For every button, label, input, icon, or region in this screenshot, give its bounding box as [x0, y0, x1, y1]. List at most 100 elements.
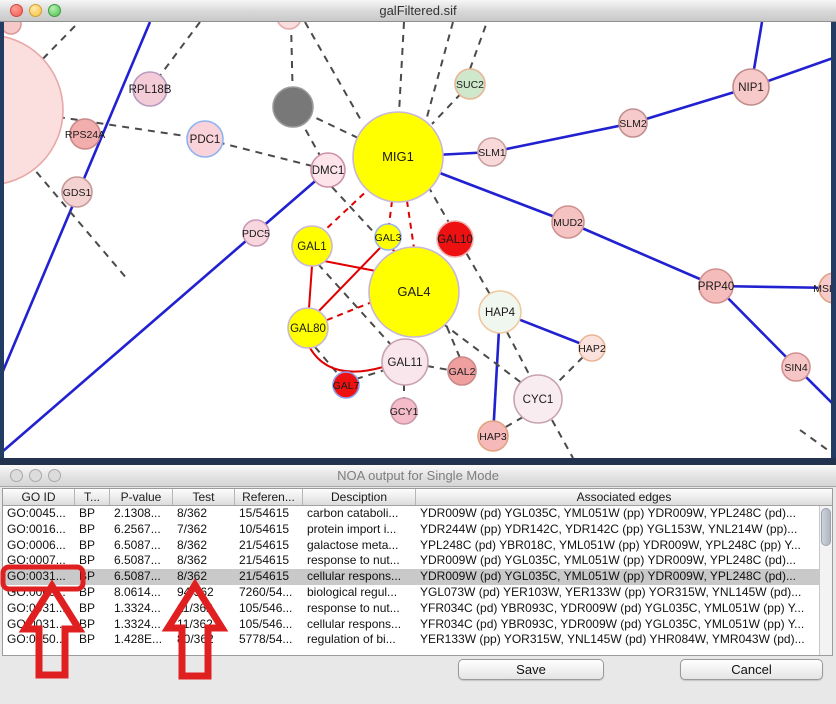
cell-go-id[interactable]: GO:0031...: [3, 601, 75, 617]
node-big-left[interactable]: [0, 35, 63, 185]
cell-description[interactable]: carbon cataboli...: [303, 506, 416, 522]
column-header-reference[interactable]: Referen...: [235, 489, 303, 505]
graph-edge[interactable]: [399, 22, 404, 113]
cell-p-value[interactable]: 6.5087...: [110, 538, 173, 554]
cell-associated-edges[interactable]: YFR034C (pd) YBR093C, YDR009W (pd) YGL03…: [416, 601, 819, 617]
cell-test[interactable]: 8/362: [173, 538, 235, 554]
cell-go-id[interactable]: GO:0006...: [3, 538, 75, 554]
table-row[interactable]: GO:0031...BP1.3324...11/362105/546...cel…: [3, 617, 819, 633]
graph-titlebar[interactable]: galFiltered.sif: [0, 0, 836, 22]
cancel-button[interactable]: Cancel: [680, 659, 823, 680]
cell-go-id[interactable]: GO:0016...: [3, 522, 75, 538]
cell-go-id[interactable]: GO:0050...: [3, 632, 75, 648]
cell-associated-edges[interactable]: YER133W (pp) YOR315W, YNL145W (pd) YHR08…: [416, 632, 819, 648]
graph-edge[interactable]: [427, 22, 453, 117]
column-header-type[interactable]: T...: [75, 489, 110, 505]
cell-reference[interactable]: 21/54615: [235, 538, 303, 554]
cell-reference[interactable]: 15/54615: [235, 506, 303, 522]
column-header-test[interactable]: Test: [173, 489, 235, 505]
cell-reference[interactable]: 21/54615: [235, 569, 303, 585]
cell-type[interactable]: BP: [75, 585, 110, 601]
graph-edge[interactable]: [504, 417, 523, 428]
graph-edge[interactable]: [568, 222, 716, 286]
graph-edge[interactable]: [507, 332, 531, 378]
graph-edge[interactable]: [315, 347, 338, 374]
cell-test[interactable]: 80/362: [173, 632, 235, 648]
cell-associated-edges[interactable]: YDR244W (pp) YDR142C, YDR142C (pp) YGL15…: [416, 522, 819, 538]
graph-edge[interactable]: [556, 357, 583, 384]
cell-description[interactable]: cellular respons...: [303, 617, 416, 633]
save-button[interactable]: Save: [458, 659, 604, 680]
column-header-associated-edges[interactable]: Associated edges: [416, 489, 832, 505]
cell-description[interactable]: response to nut...: [303, 601, 416, 617]
graph-edge[interactable]: [470, 22, 487, 69]
cell-test[interactable]: 11/362: [173, 601, 235, 617]
cell-reference[interactable]: 21/54615: [235, 553, 303, 569]
cell-associated-edges[interactable]: YFR034C (pd) YBR093C, YDR009W (pd) YGL03…: [416, 617, 819, 633]
cell-p-value[interactable]: 2.1308...: [110, 506, 173, 522]
cell-type[interactable]: BP: [75, 569, 110, 585]
cell-associated-edges[interactable]: YDR009W (pd) YGL035C, YML051W (pp) YDR00…: [416, 553, 819, 569]
noa-titlebar[interactable]: NOA output for Single Mode: [0, 465, 836, 487]
cell-reference[interactable]: 5778/54...: [235, 632, 303, 648]
cell-reference[interactable]: 10/54615: [235, 522, 303, 538]
cell-associated-edges[interactable]: YPL248C (pd) YBR018C, YML051W (pp) YDR00…: [416, 538, 819, 554]
graph-edge[interactable]: [389, 201, 392, 225]
cell-test[interactable]: 7/362: [173, 522, 235, 538]
graph-edge[interactable]: [492, 123, 633, 152]
cell-test[interactable]: 11/362: [173, 617, 235, 633]
cell-test[interactable]: 8/362: [173, 553, 235, 569]
cell-p-value[interactable]: 1.3324...: [110, 601, 173, 617]
column-header-go-id[interactable]: GO ID: [3, 489, 75, 505]
cell-test[interactable]: 8/362: [173, 506, 235, 522]
cell-associated-edges[interactable]: YDR009W (pd) YGL035C, YML051W (pp) YDR00…: [416, 569, 819, 585]
table-row[interactable]: GO:0065...BP8.0614...94/3627260/54...bio…: [3, 585, 819, 601]
node-gray-node[interactable]: [273, 87, 313, 127]
graph-edge[interactable]: [309, 266, 312, 308]
cell-type[interactable]: BP: [75, 553, 110, 569]
cell-reference[interactable]: 7260/54...: [235, 585, 303, 601]
cell-test[interactable]: 94/362: [173, 585, 235, 601]
table-row[interactable]: GO:0050...BP1.428E...80/3625778/54...reg…: [3, 632, 819, 648]
column-header-p-value[interactable]: P-value: [110, 489, 173, 505]
table-row[interactable]: GO:0031...BP1.3324...11/362105/546...res…: [3, 601, 819, 617]
cell-p-value[interactable]: 6.5087...: [110, 569, 173, 585]
graph-edge[interactable]: [427, 366, 449, 370]
cell-p-value[interactable]: 6.2567...: [110, 522, 173, 538]
table-row[interactable]: GO:0016...BP6.2567...7/36210/54615protei…: [3, 522, 819, 538]
cell-test[interactable]: 8/362: [173, 569, 235, 585]
cell-type[interactable]: BP: [75, 538, 110, 554]
cell-p-value[interactable]: 1.3324...: [110, 617, 173, 633]
cell-go-id[interactable]: GO:0031...: [3, 617, 75, 633]
cell-description[interactable]: response to nut...: [303, 553, 416, 569]
cell-description[interactable]: cellular respons...: [303, 569, 416, 585]
cell-go-id[interactable]: GO:0007...: [3, 553, 75, 569]
table-row-selected[interactable]: GO:0031...BP6.5087...8/36221/54615cellul…: [3, 569, 819, 585]
cell-type[interactable]: BP: [75, 632, 110, 648]
table-row[interactable]: GO:0006...BP6.5087...8/36221/54615galact…: [3, 538, 819, 554]
vertical-scrollbar[interactable]: [819, 506, 832, 655]
cell-type[interactable]: BP: [75, 601, 110, 617]
graph-edge[interactable]: [552, 420, 573, 458]
cell-go-id[interactable]: GO:0031...: [3, 569, 75, 585]
column-header-description[interactable]: Desciption: [303, 489, 416, 505]
cell-p-value[interactable]: 8.0614...: [110, 585, 173, 601]
graph-edge[interactable]: [2, 170, 328, 452]
graph-edge[interactable]: [310, 348, 383, 372]
cell-go-id[interactable]: GO:0065...: [3, 585, 75, 601]
graph-edge[interactable]: [324, 261, 381, 272]
table-row[interactable]: GO:0007...BP6.5087...8/36221/54615respon…: [3, 553, 819, 569]
graph-edge[interactable]: [325, 186, 372, 230]
cell-description[interactable]: biological regul...: [303, 585, 416, 601]
graph-edge[interactable]: [205, 139, 328, 170]
cell-go-id[interactable]: GO:0045...: [3, 506, 75, 522]
cell-reference[interactable]: 105/546...: [235, 601, 303, 617]
cell-p-value[interactable]: 1.428E...: [110, 632, 173, 648]
cell-description[interactable]: galactose meta...: [303, 538, 416, 554]
graph-edge[interactable]: [407, 201, 414, 248]
cell-description[interactable]: protein import i...: [303, 522, 416, 538]
table-row[interactable]: GO:0045...BP2.1308...8/36215/54615carbon…: [3, 506, 819, 522]
cell-associated-edges[interactable]: YGL073W (pd) YER103W, YER133W (pp) YOR31…: [416, 585, 819, 601]
scrollbar-thumb[interactable]: [821, 508, 831, 546]
cell-reference[interactable]: 105/546...: [235, 617, 303, 633]
